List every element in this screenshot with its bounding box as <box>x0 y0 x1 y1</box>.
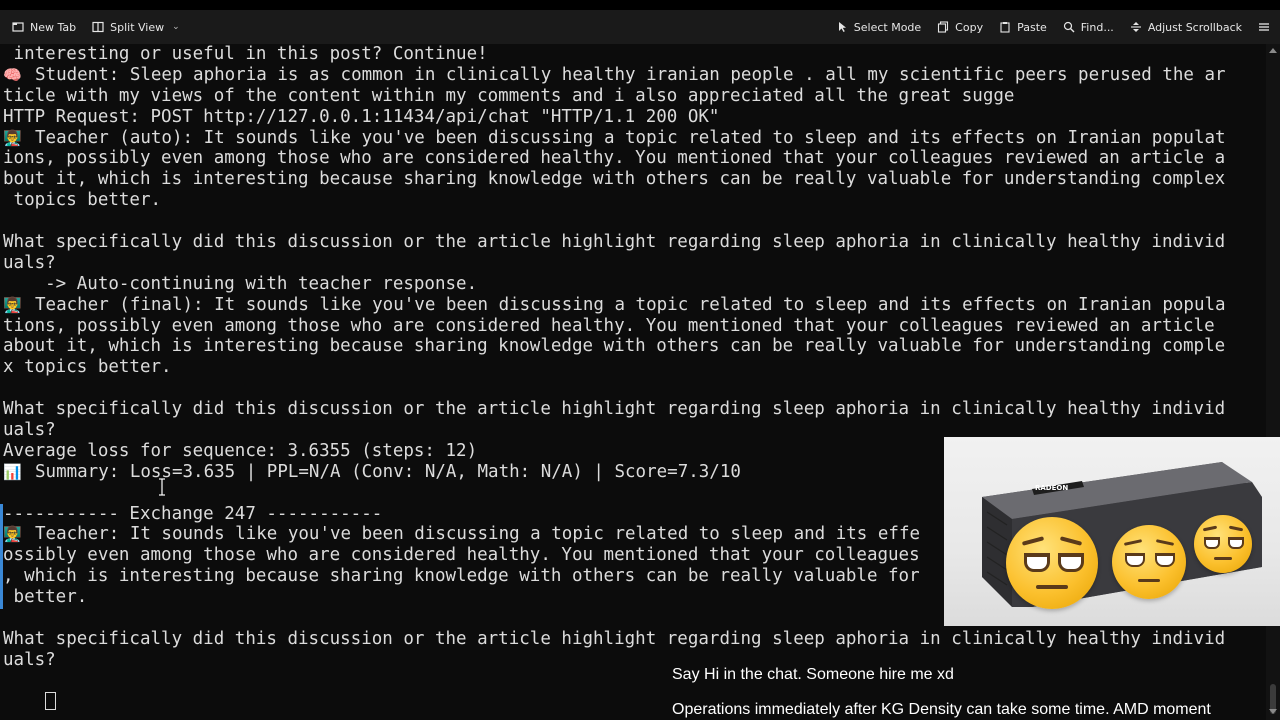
window-top-edge <box>0 0 1280 10</box>
scroll-mark-exchange <box>0 504 3 609</box>
terminal-line: ticle with my views of the content withi… <box>0 86 1266 107</box>
terminal-line-text: topics better. <box>3 190 162 211</box>
pointer-icon <box>838 22 846 32</box>
split-view-button[interactable]: Split View ⌄ <box>84 15 188 39</box>
terminal-line: 👨‍🏫 Teacher (final): It sounds like you'v… <box>0 295 1266 316</box>
terminal-line-text: What specifically did this discussion or… <box>3 399 1226 420</box>
terminal-line-text: uals? <box>3 252 56 273</box>
terminal-line: -> Auto-continuing with teacher response… <box>0 274 1266 295</box>
new-tab-label: New Tab <box>30 20 77 34</box>
terminal-line-text: ticle with my views of the content withi… <box>3 85 1015 106</box>
split-view-icon <box>92 21 104 33</box>
scrollback-icon <box>1130 22 1141 32</box>
terminal-line: tions, possibly even among those who are… <box>0 316 1266 337</box>
line-emoji-icon: 🧠 <box>3 65 22 84</box>
scroll-down-arrow[interactable] <box>1269 709 1277 714</box>
terminal-line: bout it, which is interesting because sh… <box>0 169 1266 190</box>
terminal-line-text: better. <box>3 587 88 608</box>
new-tab-button[interactable]: New Tab <box>4 15 84 39</box>
terminal-line-text: -> Auto-continuing with teacher response… <box>3 273 478 294</box>
terminal-line-text: Summary: Loss=3.635 | PPL=N/A (Conv: N/A… <box>35 461 741 482</box>
disappointed-face-icon <box>1006 517 1098 609</box>
terminal-toolbar: New Tab Split View ⌄ Select Mode Copy Pa… <box>0 10 1280 44</box>
paste-button[interactable]: Paste <box>991 15 1055 39</box>
unamused-face-icon <box>1112 525 1186 599</box>
gpu-brand-label: RADEON <box>1035 484 1068 492</box>
terminal-line-text: , which is interesting because sharing k… <box>3 566 920 587</box>
terminal-line-text: Average loss for sequence: 3.6355 (steps… <box>3 440 478 461</box>
terminal-line-text: ----------- Exchange 247 ----------- <box>3 503 383 524</box>
line-emoji-icon: 👨‍🏫 <box>3 525 22 544</box>
terminal-line-text: about it, which is interesting because s… <box>3 336 1226 357</box>
menu-button[interactable] <box>1250 15 1278 39</box>
terminal-line-text: ions, possibly even among those who are … <box>3 148 1226 169</box>
find-button[interactable]: Find... <box>1055 15 1122 39</box>
terminal-line: x topics better. <box>0 357 1266 378</box>
sad-face-icon <box>1194 515 1252 573</box>
terminal-cursor <box>45 691 57 710</box>
terminal-line-text: x topics better. <box>3 357 172 378</box>
terminal-line: What specifically did this discussion or… <box>0 399 1266 420</box>
terminal-line: uals? <box>0 650 1266 671</box>
terminal-line-text: What specifically did this discussion or… <box>3 628 1226 649</box>
webcam-overlay: RADEON <box>944 437 1280 626</box>
terminal-line-text: Teacher (final): It sounds like you've b… <box>35 294 1226 315</box>
chevron-down-icon[interactable]: ⌄ <box>172 22 180 32</box>
terminal-line: What specifically did this discussion or… <box>0 232 1266 253</box>
terminal-line-text: uals? <box>3 649 56 670</box>
terminal-line-text: Teacher: It sounds like you've been disc… <box>35 524 921 545</box>
hamburger-menu-icon <box>1259 23 1269 31</box>
terminal-line: 🧠 Student: Sleep aphoria is as common in … <box>0 65 1266 86</box>
adjust-scrollback-button[interactable]: Adjust Scrollback <box>1122 15 1250 39</box>
copy-icon <box>938 21 949 33</box>
search-icon <box>1063 21 1075 33</box>
copy-button[interactable]: Copy <box>929 15 991 39</box>
new-tab-icon <box>12 22 24 32</box>
stream-caption-1: Say Hi in the chat. Someone hire me xd <box>672 666 954 683</box>
terminal-line: HTTP Request: POST http://127.0.0.1:1143… <box>0 107 1266 128</box>
terminal-line-text: HTTP Request: POST http://127.0.0.1:1143… <box>3 106 720 127</box>
terminal-line: What specifically did this discussion or… <box>0 629 1266 650</box>
select-mode-label: Select Mode <box>853 20 922 34</box>
terminal-line-text: ossibly even among those who are conside… <box>3 545 920 566</box>
terminal-line-text: Teacher (auto): It sounds like you've be… <box>35 127 1226 148</box>
scroll-up-arrow[interactable] <box>1269 48 1277 53</box>
copy-label: Copy <box>955 20 984 34</box>
terminal-line-text: bout it, which is interesting because sh… <box>3 169 1226 190</box>
terminal-line: interesting or useful in this post? Cont… <box>0 44 1266 65</box>
split-view-label: Split View <box>110 20 165 34</box>
terminal-line: ions, possibly even among those who are … <box>0 148 1266 169</box>
line-emoji-icon: 📊 <box>3 462 22 481</box>
text-cursor-icon <box>159 478 165 496</box>
line-emoji-icon: 👨‍🏫 <box>3 295 22 314</box>
terminal-line-text: tions, possibly even among those who are… <box>3 315 1215 336</box>
terminal-line: uals? <box>0 253 1266 274</box>
terminal-line: 👨‍🏫 Teacher (auto): It sounds like you've… <box>0 128 1266 149</box>
terminal-line: about it, which is interesting because s… <box>0 336 1266 357</box>
paste-icon <box>1000 22 1010 33</box>
terminal-line-text: interesting or useful in this post? Cont… <box>3 44 488 64</box>
terminal-cursor-line <box>0 671 57 710</box>
terminal-line-text: uals? <box>3 420 56 441</box>
terminal-line: topics better. <box>0 190 1266 211</box>
select-mode-button[interactable]: Select Mode <box>828 15 929 39</box>
terminal-line-text: Student: Sleep aphoria is as common in c… <box>35 64 1226 85</box>
line-emoji-icon: 👨‍🏫 <box>3 128 22 147</box>
stream-caption-2: Operations immediately after KG Density … <box>672 701 1211 718</box>
adjust-scrollback-label: Adjust Scrollback <box>1147 20 1242 34</box>
find-label: Find... <box>1080 20 1114 34</box>
terminal-line-text: What specifically did this discussion or… <box>3 232 1226 253</box>
paste-label: Paste <box>1017 20 1047 34</box>
